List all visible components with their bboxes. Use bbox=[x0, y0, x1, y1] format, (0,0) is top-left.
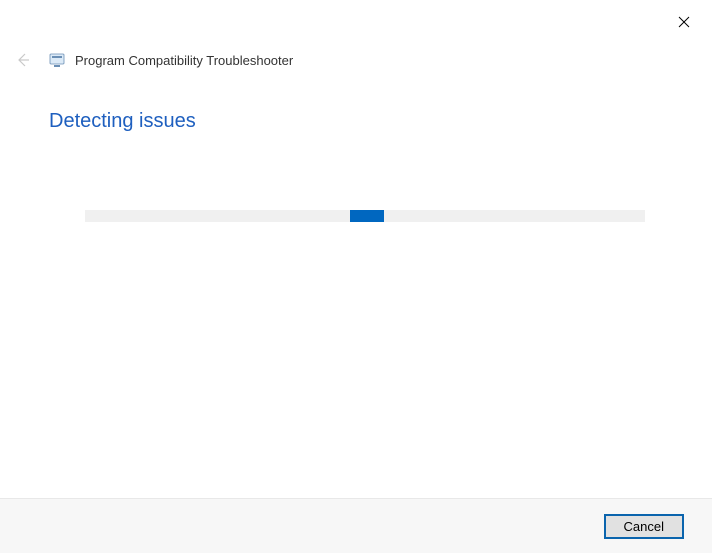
close-button[interactable] bbox=[674, 12, 694, 32]
progress-bar bbox=[85, 210, 645, 222]
page-heading: Detecting issues bbox=[49, 110, 196, 133]
footer: Cancel bbox=[0, 498, 712, 553]
back-arrow-icon bbox=[15, 52, 31, 68]
cancel-button[interactable]: Cancel bbox=[604, 514, 684, 539]
close-icon bbox=[678, 16, 690, 28]
back-button bbox=[13, 50, 33, 70]
progress-indicator bbox=[350, 210, 384, 222]
app-icon bbox=[49, 52, 65, 68]
header: Program Compatibility Troubleshooter bbox=[13, 50, 293, 70]
app-title: Program Compatibility Troubleshooter bbox=[75, 53, 293, 68]
